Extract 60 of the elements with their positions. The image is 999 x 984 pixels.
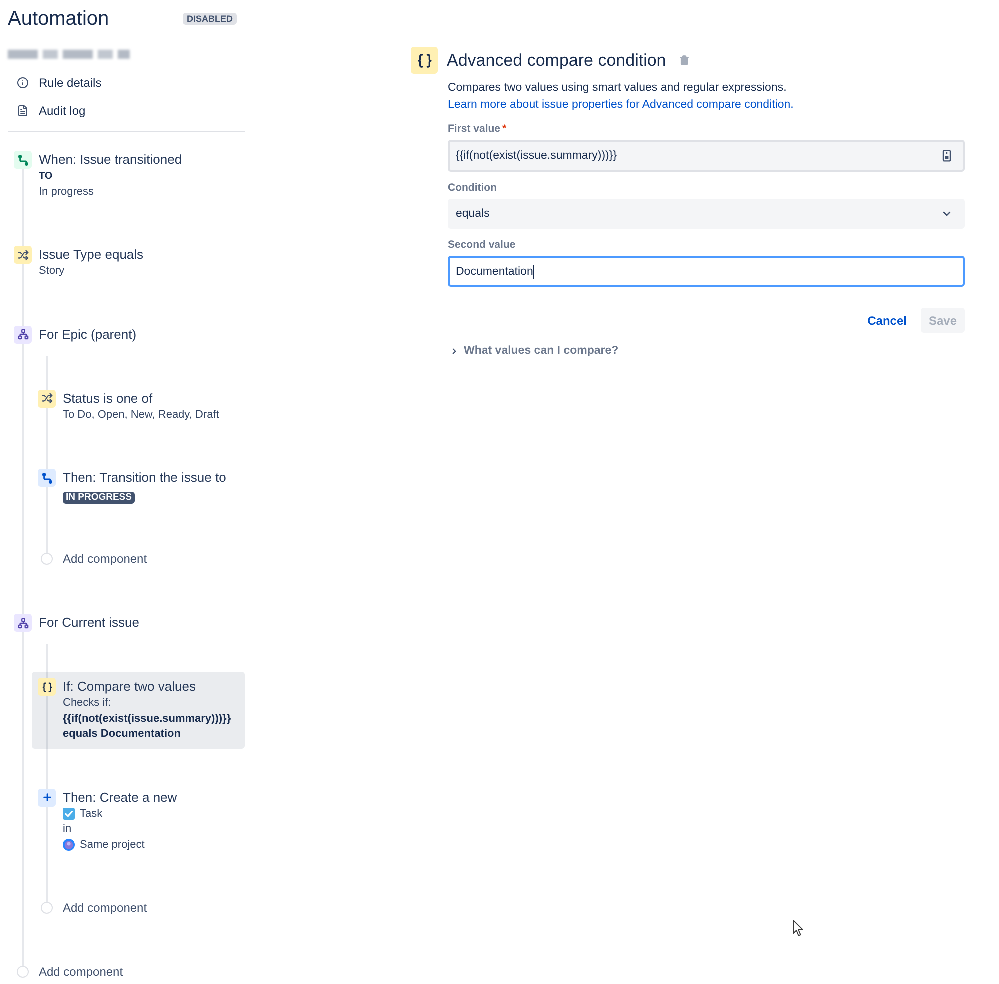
info-icon (17, 77, 29, 89)
document-icon[interactable] (941, 150, 953, 162)
component-title: Then: Create a new (63, 788, 178, 806)
menu-item[interactable]: Rule details (8, 69, 245, 97)
field-label: First value * (448, 122, 508, 136)
component-card[interactable]: When: Issue transitioned TO In progress (8, 145, 245, 206)
component-title: Issue Type equals (39, 246, 145, 264)
page-title: Automation (8, 7, 110, 31)
add-component-button[interactable]: Add component (32, 544, 245, 566)
expander-toggle[interactable]: What values can I compare? (448, 343, 619, 359)
component-card[interactable]: Then: Transition the issue to IN PROGRESS (32, 463, 245, 510)
menu-item[interactable]: Audit log (8, 97, 245, 125)
component-card[interactable]: For Epic (parent) (8, 320, 245, 350)
learn-more-link[interactable]: Learn more about issue properties for Advanced compare condition. (448, 99, 794, 111)
field-label: Condition (448, 181, 498, 195)
component-card[interactable]: For Current issue (8, 608, 245, 638)
component-title: When: Issue transitioned (39, 151, 184, 169)
input-field[interactable]: {{if(not(exist(issue.summary)))}} (448, 140, 965, 172)
shuffle-icon (38, 390, 56, 408)
checked-square-icon (63, 808, 75, 820)
component-detail: To Do, Open, New, Ready, Draft (63, 408, 220, 422)
component-card[interactable]: Status is one of To Do, Open, New, Ready, Draft (32, 384, 245, 429)
component-card[interactable]: Then: Create a new Task in Same project (32, 782, 245, 859)
condition-text: equals Documentation (63, 727, 181, 742)
empty-circle-icon (17, 966, 29, 978)
plus-icon (38, 788, 56, 806)
component-detail: Task (80, 806, 103, 822)
field-label: Second value (448, 238, 517, 252)
component-detail: In progress (39, 184, 94, 200)
hierarchy-icon (14, 614, 32, 632)
empty-circle-icon (41, 553, 53, 565)
select-field[interactable]: equals (448, 199, 965, 229)
document-icon (17, 105, 29, 117)
component-title: Then: Transition the issue to (63, 469, 228, 487)
component-detail: Same project (80, 838, 145, 852)
condition-text: {{if(not(exist(issue.summary)))}} (63, 712, 232, 726)
description-text: Compares two values using smart values and regular expressions. Learn more about issue properties for Advanced compare condition. (448, 81, 795, 113)
shuffle-icon (14, 246, 32, 264)
cancel-button[interactable]: Cancel (860, 308, 915, 333)
curly-braces-icon (38, 678, 56, 696)
component-detail: TO (39, 170, 53, 184)
status-badge: DISABLED (182, 13, 237, 25)
empty-circle-icon (41, 902, 53, 914)
component-detail: in (63, 822, 72, 837)
panel-title: Advanced compare condition (447, 50, 666, 72)
avatar-icon (63, 839, 75, 852)
add-component-button[interactable]: Add component (8, 957, 245, 979)
input-field[interactable]: Documentation (448, 256, 965, 287)
hierarchy-icon (14, 326, 32, 344)
curly-braces-icon (411, 47, 438, 74)
component-title: If: Compare two values (63, 678, 197, 696)
component-card[interactable]: If: Compare two values Checks if: {{if(not(exist(issue.summary)))}} equals Documentation (32, 672, 245, 748)
component-detail: Story (39, 264, 65, 279)
status-lozenge: IN PROGRESS (63, 492, 135, 504)
component-detail: Checks if: (63, 696, 112, 711)
component-title: Status is one of (63, 390, 154, 408)
add-component-button[interactable]: Add component (32, 893, 245, 915)
component-card[interactable]: Issue Type equals Story (8, 240, 245, 286)
component-title: For Current issue (39, 614, 140, 632)
component-title: For Epic (parent) (39, 326, 138, 344)
